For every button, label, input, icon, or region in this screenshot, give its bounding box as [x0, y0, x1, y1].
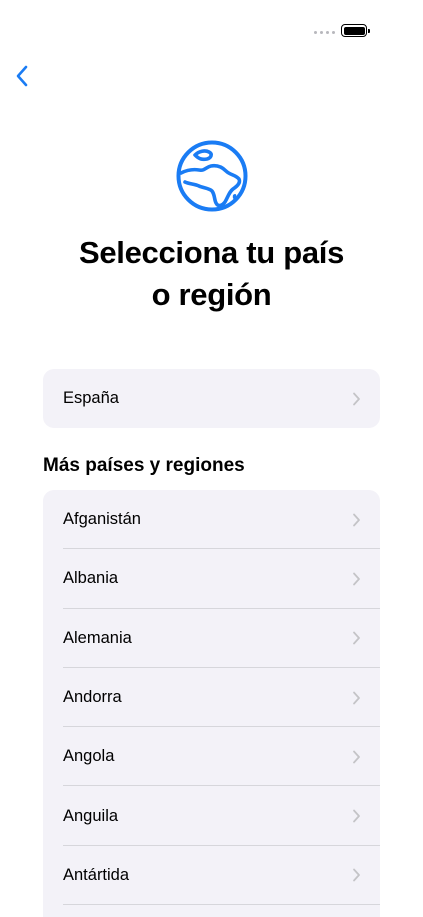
chevron-right-icon — [353, 869, 360, 882]
page-title: Selecciona tu país o región — [78, 235, 345, 312]
chevron-right-icon — [353, 572, 360, 586]
country-row[interactable]: Afganistán — [43, 490, 380, 550]
country-label: Afganistán — [63, 510, 141, 529]
country-row[interactable]: Albania — [43, 549, 380, 609]
chevron-left-icon — [16, 65, 28, 87]
country-label: Angola — [63, 747, 115, 766]
country-row[interactable]: Alemania — [43, 609, 380, 669]
country-row[interactable]: Anguila — [43, 786, 380, 847]
suggested-list: España — [43, 369, 380, 429]
chevron-right-icon — [353, 691, 360, 704]
country-row[interactable]: Angola — [43, 727, 380, 787]
chevron-right-icon — [353, 750, 360, 764]
country-label: Albania — [63, 569, 119, 588]
country-list: Afganistán Albania Alemania Andorra Ango… — [43, 490, 380, 917]
chevron-right-icon — [353, 809, 360, 823]
country-row[interactable]: Antártida — [43, 846, 380, 906]
chevron-right-icon — [353, 631, 360, 645]
signal-dots-icon — [314, 31, 335, 34]
chevron-right-icon — [353, 392, 360, 406]
section-header: Más países y regiones — [43, 455, 245, 476]
battery-icon — [341, 24, 370, 37]
country-label: Alemania — [63, 628, 132, 647]
country-label: España — [63, 389, 119, 408]
status-bar — [0, 0, 423, 50]
chevron-right-icon — [353, 513, 360, 527]
country-label: Antártida — [63, 865, 130, 884]
country-row[interactable]: Andorra — [43, 668, 380, 728]
globe-africa-icon — [176, 140, 248, 212]
country-label: Andorra — [63, 688, 122, 707]
country-row-espana[interactable]: España — [43, 369, 380, 428]
country-label: Anguila — [63, 806, 119, 825]
back-button[interactable] — [6, 60, 38, 92]
